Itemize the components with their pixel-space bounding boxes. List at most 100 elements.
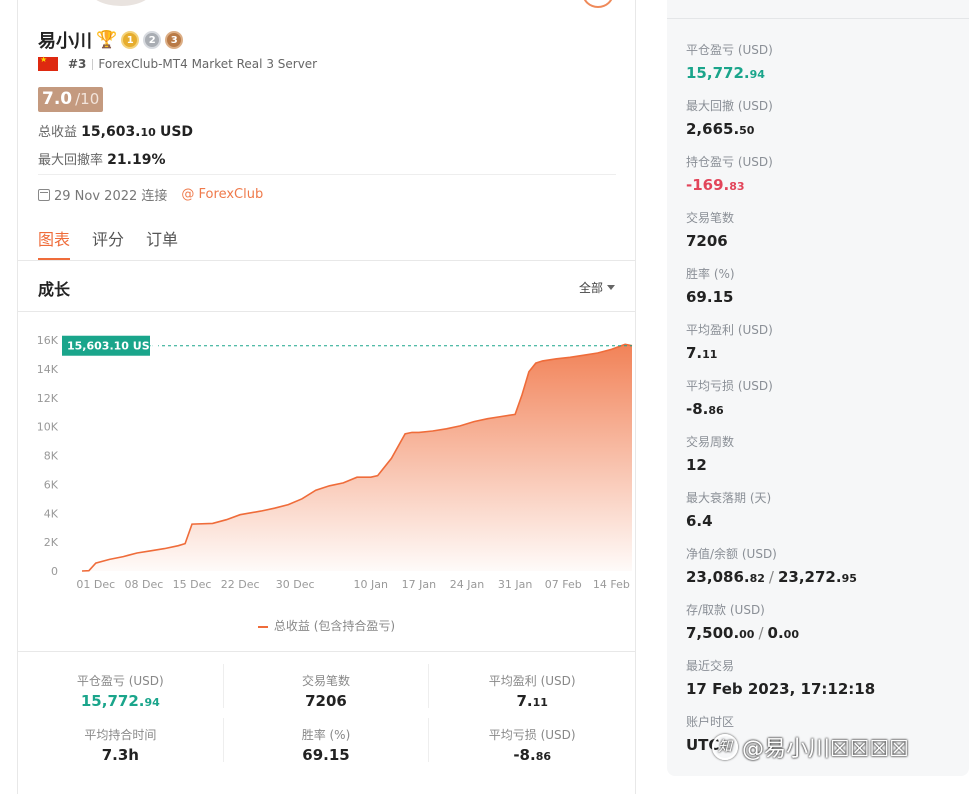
overview-dec2: 95 xyxy=(841,572,857,585)
overview-dec: 00 xyxy=(739,628,755,641)
overview-label: 胜率 (%) xyxy=(686,267,735,281)
stat-trade-count: 交易笔数 7206 xyxy=(224,664,430,710)
total-profit-label: 总收益 xyxy=(38,125,78,140)
overview-label: 净值/余额 (USD) xyxy=(686,547,777,561)
stat-int: -8. xyxy=(513,746,536,764)
overview-int: 6.4 xyxy=(686,512,713,530)
avatar[interactable] xyxy=(88,0,154,6)
max-drawdown-label: 最大回撤率 xyxy=(38,153,104,168)
overview-item: 交易笔数 7206 xyxy=(686,209,734,250)
stat-label: 交易笔数 xyxy=(301,674,350,688)
stat-label: 平均持合时间 xyxy=(84,728,157,742)
overview-dec: 94 xyxy=(749,68,765,81)
follow-button[interactable] xyxy=(582,0,614,8)
stat-value: 69.15 xyxy=(224,746,429,764)
overview-item: 净值/余额 (USD) 23,086.82/23,272.95 xyxy=(686,545,857,586)
max-drawdown-value: 21.19% xyxy=(107,152,166,168)
overview-int: -169. xyxy=(686,176,730,194)
overview-int: 69.15 xyxy=(686,288,734,306)
overview-label: 最近交易 xyxy=(686,659,735,673)
overview-dec: 50 xyxy=(739,124,755,137)
x-tick-label: 14 Feb xyxy=(593,578,630,591)
separator xyxy=(92,58,94,70)
stat-value: 7206 xyxy=(224,692,429,710)
overview-int: 7206 xyxy=(686,232,728,250)
y-tick-label: 14K xyxy=(37,363,59,376)
overview-item: 胜率 (%) 69.15 xyxy=(686,265,735,306)
overview-int: -8. xyxy=(686,400,709,418)
overview-dec: 82 xyxy=(749,572,765,585)
stat-label: 平均盈利 (USD) xyxy=(488,674,576,688)
overview-label: 平均盈利 (USD) xyxy=(686,323,773,337)
stat-value: -8.86 xyxy=(429,746,635,764)
tabs-divider xyxy=(18,260,635,261)
stat-avg-hold-time: 平均持合时间 7.3h xyxy=(18,718,224,764)
tab-orders[interactable]: 订单 xyxy=(146,226,178,260)
overview-value: 15,772.94 xyxy=(686,64,773,82)
connected-date: 29 Nov 2022 连接 xyxy=(54,189,168,204)
range-dropdown[interactable]: 全部 xyxy=(579,279,615,296)
overview-int: 15,772. xyxy=(686,64,750,82)
silver-medal-icon: 2 xyxy=(143,31,162,49)
growth-title: 成长 xyxy=(38,280,71,299)
stat-avg-profit: 平均盈利 (USD) 7.11 xyxy=(429,664,635,710)
overview-dec: 11 xyxy=(702,348,718,361)
overview-panel: 平仓盈亏 (USD) 15,772.94 最大回撤 (USD) 2,665.50 持仓盈… xyxy=(667,0,969,776)
y-tick-label: 0 xyxy=(51,565,58,578)
stats-grid: 平仓盈亏 (USD) 15,772.94 交易笔数 7206 平均盈利 (USD… xyxy=(18,664,635,764)
growth-chart: 0 2K 4K 6K 8K 10K 12K 14K 16K 01 Dec 08 Dec 15 Dec… xyxy=(37,334,633,591)
total-profit: 总收益 15,603.10 USD xyxy=(38,121,193,140)
score-badge: 7.0 /10 xyxy=(38,87,104,112)
y-tick-label: 2K xyxy=(44,536,59,549)
x-tick-label: 10 Jan xyxy=(354,578,388,591)
gold-medal-icon: 1 xyxy=(121,31,140,49)
score-value: 7.0 xyxy=(42,89,73,109)
chart-legend[interactable]: 总收益 (包含持合盈亏) xyxy=(18,617,635,634)
x-tick-label: 17 Jan xyxy=(402,578,436,591)
overview-value: 12 xyxy=(686,456,734,474)
x-tick-label: 22 Dec xyxy=(221,578,260,591)
overview-label: 账户时区 xyxy=(686,715,735,729)
max-drawdown: 最大回撤率 21.19% xyxy=(38,149,165,168)
overview-value: 23,086.82/23,272.95 xyxy=(686,568,857,586)
total-profit-int: 15,603. xyxy=(81,124,141,140)
overview-value: -169.83 xyxy=(686,176,773,194)
stat-value: 7.11 xyxy=(429,692,635,710)
x-tick-label: 08 Dec xyxy=(124,578,163,591)
y-tick-label: 10K xyxy=(37,421,59,434)
server-row: #3 ForexClub-MT4 Market Real 3 Server xyxy=(38,55,317,72)
y-tick-label: 16K xyxy=(37,334,59,347)
x-tick-label: 31 Jan xyxy=(498,578,532,591)
tab-chart[interactable]: 图表 xyxy=(38,226,71,260)
overview-header-divider xyxy=(667,18,969,19)
stat-int: 7.3h xyxy=(101,746,139,764)
overview-label: 持仓盈亏 (USD) xyxy=(686,155,773,169)
stat-int: 7206 xyxy=(305,692,347,710)
overview-item: 最大衰落期 (天) 6.4 xyxy=(686,489,771,530)
calendar-icon xyxy=(38,188,50,201)
overview-int: 23,086. xyxy=(686,568,750,586)
broker-link[interactable]: @ ForexClub xyxy=(181,187,263,202)
stat-label: 平仓盈亏 (USD) xyxy=(76,674,164,688)
overview-value: 7,500.00/0.00 xyxy=(686,624,799,642)
overview-int: 7. xyxy=(686,344,703,362)
overview-item: 持仓盈亏 (USD) -169.83 xyxy=(686,153,773,194)
stat-dec: 11 xyxy=(532,696,548,709)
stats-divider xyxy=(18,651,635,652)
stat-dec: 86 xyxy=(535,750,551,763)
trader-name: 易小川 xyxy=(38,31,92,52)
tab-rating[interactable]: 评分 xyxy=(92,226,124,260)
score-max: /10 xyxy=(75,90,100,108)
rank: #3 xyxy=(68,57,87,71)
zhihu-logo-icon: 知 xyxy=(712,734,738,760)
stat-int: 7. xyxy=(516,692,533,710)
stat-int: 15,772. xyxy=(80,692,145,710)
current-value-label: 15,603.10 USD xyxy=(67,340,159,353)
overview-label: 平均亏损 (USD) xyxy=(686,379,773,393)
trader-panel: 易小川 🏆 1 2 3 #3 ForexClub-MT4 Market Real… xyxy=(17,0,636,794)
total-profit-unit: USD xyxy=(159,124,194,140)
overview-int: 7,500. xyxy=(686,624,740,642)
stat-dec: 94 xyxy=(144,696,160,709)
overview-item: 平均盈利 (USD) 7.11 xyxy=(686,321,773,362)
divider xyxy=(38,174,616,175)
